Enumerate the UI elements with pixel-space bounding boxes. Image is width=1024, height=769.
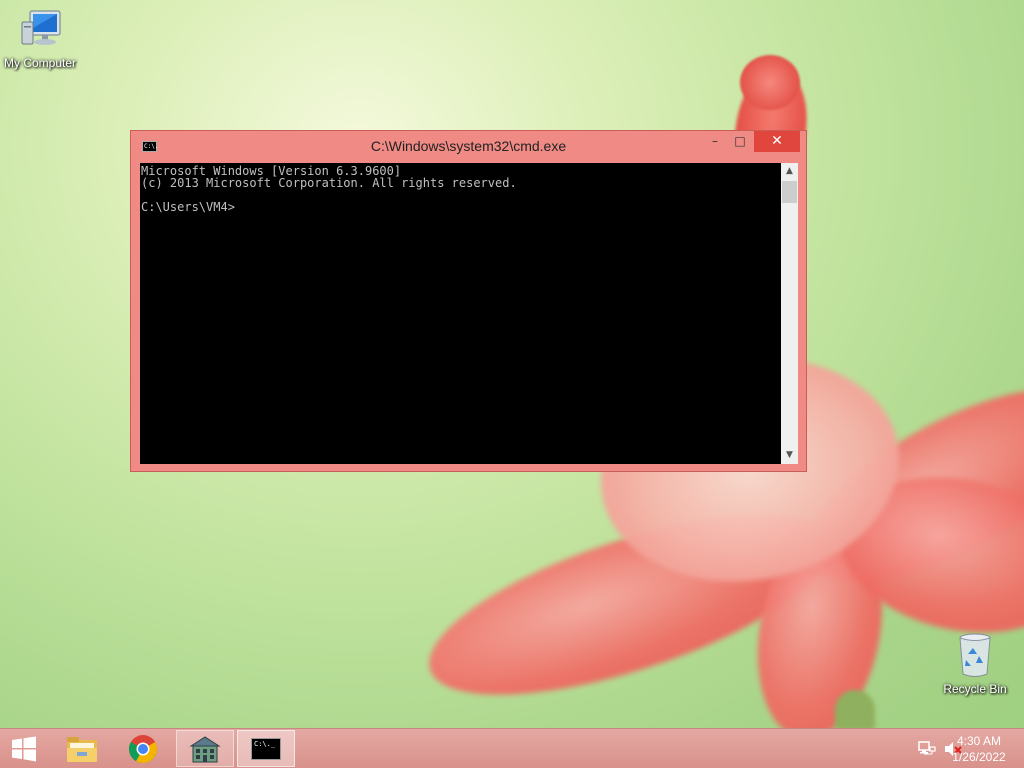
vertical-scrollbar[interactable]: ▲ ▼ (781, 163, 798, 464)
wallpaper-petal (410, 478, 850, 728)
scroll-down-arrow-icon[interactable]: ▼ (781, 447, 798, 464)
taskbar-chrome[interactable] (114, 730, 172, 767)
computer-icon (21, 10, 61, 45)
cmd-window[interactable]: C:\. C:\Windows\system32\cmd.exe – □ ✕ M… (130, 130, 807, 472)
taskbar-clock[interactable]: 4:30 AM 1/26/2022 (944, 733, 1014, 765)
window-titlebar[interactable]: C:\. C:\Windows\system32\cmd.exe – □ ✕ (131, 131, 806, 163)
console-output[interactable]: Microsoft Windows [Version 6.3.9600] (c)… (140, 163, 781, 464)
scrollbar-thumb[interactable] (782, 181, 797, 203)
taskbar-file-explorer[interactable] (53, 730, 111, 767)
console-line: (c) 2013 Microsoft Corporation. All righ… (141, 176, 517, 190)
console-text: Microsoft Windows [Version 6.3.9600] (c)… (141, 165, 517, 213)
scroll-up-arrow-icon[interactable]: ▲ (781, 163, 798, 180)
wallpaper-petal (827, 456, 1024, 654)
building-icon (189, 735, 221, 762)
clock-date: 1/26/2022 (952, 750, 1006, 764)
desktop-icon-label: Recycle Bin (943, 682, 1007, 696)
taskbar[interactable]: C:\._ 4:30 AM 1/26/2022 (0, 728, 1024, 768)
taskbar-cmd[interactable]: C:\._ (237, 730, 295, 767)
taskbar-app[interactable] (176, 730, 234, 767)
cmd-icon: C:\._ (251, 737, 281, 760)
desktop-icon-my-computer[interactable]: My Computer (0, 8, 80, 70)
desktop-icon-recycle-bin[interactable]: Recycle Bin (935, 630, 1015, 696)
windows-logo-icon (12, 736, 36, 761)
system-tray: 4:30 AM 1/26/2022 (884, 729, 1024, 769)
folder-icon (67, 736, 97, 762)
wallpaper-petal (741, 511, 899, 728)
chrome-icon (129, 734, 157, 763)
minimize-button[interactable]: – (703, 131, 727, 152)
clock-time: 4:30 AM (956, 734, 1002, 748)
wallpaper-petal (778, 350, 1024, 620)
start-button[interactable] (0, 730, 48, 767)
network-icon[interactable] (918, 741, 936, 757)
recycle-bin-icon (959, 633, 991, 677)
wallpaper-flower-bud (740, 55, 800, 110)
maximize-button[interactable]: □ (728, 131, 752, 152)
wallpaper-flower-base (835, 690, 875, 728)
desktop-icon-label: My Computer (3, 56, 77, 70)
close-button[interactable]: ✕ (754, 131, 800, 152)
console-prompt[interactable]: C:\Users\VM4> (141, 200, 235, 214)
desktop[interactable]: My Computer Recycle Bin C:\. C:\Windows\… (0, 0, 1024, 728)
